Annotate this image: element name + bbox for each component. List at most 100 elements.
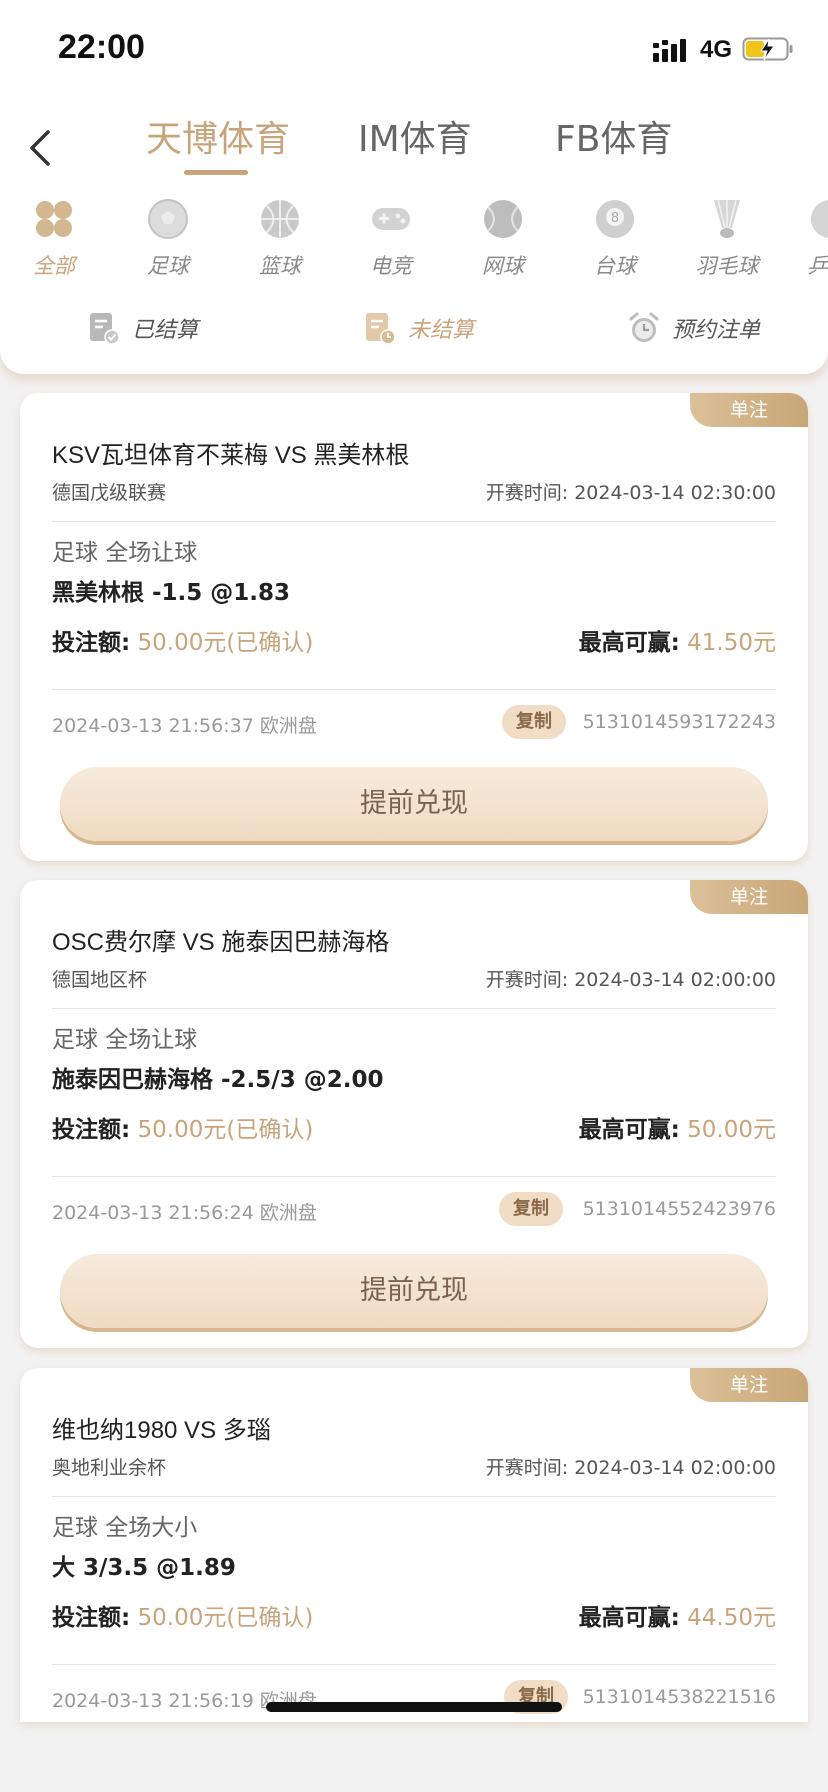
sport-tennis[interactable]: 网球 (458, 198, 548, 280)
battery-charging-icon (742, 37, 793, 61)
stake-amount: 投注额: 50.00元(已确认) (52, 1110, 313, 1144)
max-win: 最高可赢: 44.50元 (579, 1598, 776, 1632)
sport-billiards[interactable]: 8 台球 (570, 198, 660, 280)
cellular-signal-icon (653, 39, 686, 62)
tab-im-sports[interactable]: IM体育 (358, 110, 472, 162)
unsettled-doc-icon (366, 313, 396, 345)
kickoff-time: 开赛时间: 2024-03-14 02:30:00 (486, 478, 776, 505)
bet-market: 足球 全场让球 (52, 1027, 198, 1053)
filter-unsettled[interactable]: 未结算 (364, 310, 474, 346)
sport-label: 台球 (594, 254, 636, 278)
divider (52, 1008, 776, 1009)
max-win-label: 最高可赢: (578, 630, 680, 656)
settled-doc-icon (90, 313, 120, 345)
back-icon[interactable] (26, 128, 56, 168)
home-indicator[interactable] (266, 1702, 562, 1712)
shuttlecock-icon (714, 199, 740, 238)
bet-card: 单注 OSC费尔摩 VS 施泰因巴赫海格 德国地区杯 开赛时间: 2024-03… (20, 880, 808, 1348)
cash-out-button[interactable]: 提前兑现 (60, 1254, 768, 1328)
active-tab-indicator (184, 170, 248, 175)
status-bar: 22:00 4G (0, 0, 828, 100)
single-bet-tag: 单注 (690, 393, 808, 427)
max-win-value: 50.00元 (687, 1117, 776, 1143)
cash-out-button[interactable]: 提前兑现 (60, 767, 768, 841)
stake-value: 50.00元(已确认) (137, 1605, 314, 1631)
copy-button[interactable]: 复制 (502, 705, 566, 739)
kickoff-time: 开赛时间: 2024-03-14 02:00:00 (486, 1453, 776, 1480)
max-win-value: 41.50元 (687, 630, 776, 656)
kickoff-value: 2024-03-14 02:30:00 (574, 482, 776, 504)
sport-label: 全部 (33, 254, 75, 278)
filter-label: 预约注单 (672, 318, 761, 343)
placed-time: 2024-03-13 21:56:24 欧洲盘 (52, 1202, 317, 1224)
svg-text:8: 8 (611, 211, 619, 226)
sport-label: 篮球 (259, 254, 301, 278)
stake-value: 50.00元(已确认) (137, 1117, 314, 1143)
divider (52, 1176, 776, 1177)
sport-esports[interactable]: 电竞 (346, 198, 436, 280)
filter-settled[interactable]: 已结算 (88, 310, 198, 346)
sport-label: 乒 (807, 254, 828, 278)
single-bet-tag: 单注 (690, 880, 808, 914)
filter-label: 已结算 (132, 318, 199, 343)
match-title: 维也纳1980 VS 多瑙 (52, 1417, 271, 1444)
tab-fb-sports[interactable]: FB体育 (555, 110, 672, 162)
tab-tianbo-sports[interactable]: 天博体育 (146, 110, 290, 162)
soccer-ball-icon (148, 199, 188, 239)
gamepad-icon (372, 208, 410, 230)
order-number: 5131014538221516 (582, 1686, 776, 1708)
sport-all[interactable]: 全部 (9, 198, 99, 280)
stake-label: 投注额: (52, 630, 131, 656)
stake-amount: 投注额: 50.00元(已确认) (52, 1598, 313, 1632)
bet-card: 单注 KSV瓦坦体育不莱梅 VS 黑美林根 德国戊级联赛 开赛时间: 2024-… (20, 393, 808, 861)
network-type: 4G (700, 36, 733, 63)
max-win-label: 最高可赢: (578, 1117, 680, 1143)
stake-label: 投注额: (52, 1117, 131, 1143)
single-bet-tag: 单注 (690, 1368, 808, 1402)
divider (52, 1496, 776, 1497)
max-win-value: 44.50元 (687, 1605, 776, 1631)
max-win: 最高可赢: 41.50元 (579, 623, 776, 657)
tennis-ball-icon (484, 200, 522, 238)
copy-button[interactable]: 复制 (499, 1192, 563, 1226)
bet-selection: 施泰因巴赫海格 -2.5/3 @2.00 (52, 1067, 384, 1093)
alarm-clock-icon (629, 312, 659, 342)
placed-time: 2024-03-13 21:56:37 欧洲盘 (52, 715, 317, 737)
bet-market: 足球 全场让球 (52, 540, 198, 566)
league-name: 奥地利业余杯 (52, 1457, 167, 1479)
bet-market: 足球 全场大小 (52, 1515, 198, 1541)
stake-value: 50.00元(已确认) (137, 630, 314, 656)
order-number: 5131014593172243 (582, 711, 776, 733)
divider (52, 521, 776, 522)
match-title: OSC费尔摩 VS 施泰因巴赫海格 (52, 929, 390, 956)
kickoff-value: 2024-03-14 02:00:00 (574, 969, 776, 991)
billiard-ball-icon: 8 (596, 200, 634, 238)
sport-label: 网球 (482, 254, 524, 278)
sport-table-tennis[interactable]: 乒 (785, 198, 828, 280)
kickoff-label: 开赛时间: (485, 1457, 569, 1479)
match-title: KSV瓦坦体育不莱梅 VS 黑美林根 (52, 442, 410, 469)
bet-selection: 黑美林根 -1.5 @1.83 (52, 580, 291, 606)
league-name: 德国地区杯 (52, 969, 148, 991)
kickoff-value: 2024-03-14 02:00:00 (574, 1457, 776, 1479)
kickoff-label: 开赛时间: (485, 969, 569, 991)
four-petal-icon (36, 201, 72, 237)
sport-basketball[interactable]: 篮球 (235, 198, 325, 280)
stake-label: 投注额: (52, 1605, 131, 1631)
table-tennis-icon (811, 200, 828, 238)
status-time: 22:00 (58, 28, 145, 66)
sport-label: 电竞 (370, 254, 412, 278)
filter-scheduled-bets[interactable]: 预约注单 (628, 310, 760, 346)
kickoff-label: 开赛时间: (485, 482, 569, 504)
league-name: 德国戊级联赛 (52, 482, 167, 504)
sport-badminton[interactable]: 羽毛球 (682, 198, 772, 280)
divider (52, 689, 776, 690)
sport-label: 足球 (147, 254, 189, 278)
sport-label: 羽毛球 (695, 254, 759, 278)
kickoff-time: 开赛时间: 2024-03-14 02:00:00 (486, 965, 776, 992)
filter-label: 未结算 (408, 318, 475, 343)
bet-card: 单注 维也纳1980 VS 多瑙 奥地利业余杯 开赛时间: 2024-03-14… (20, 1368, 808, 1722)
divider (52, 1664, 776, 1665)
sport-soccer[interactable]: 足球 (123, 198, 213, 280)
max-win: 最高可赢: 50.00元 (579, 1110, 776, 1144)
